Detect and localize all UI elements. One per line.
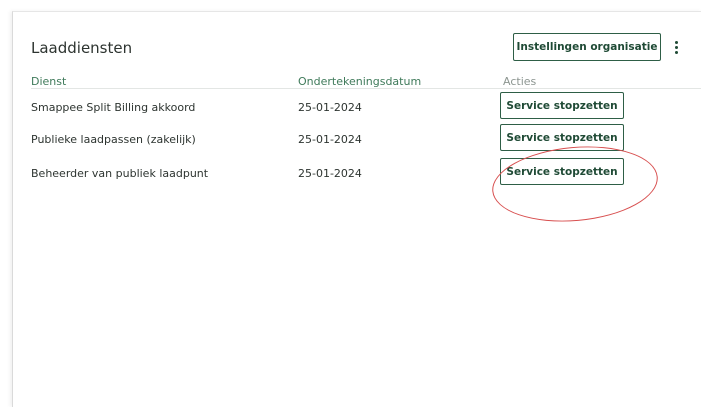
stop-service-button[interactable]: Service stopzetten (500, 92, 624, 119)
service-name: Beheerder van publiek laadpunt (31, 167, 209, 180)
signing-date: 25-01-2024 (298, 101, 362, 114)
signing-date: 25-01-2024 (298, 133, 362, 146)
laaddiensten-panel: Laaddiensten Instellingen organisatie Di… (12, 11, 701, 407)
organization-settings-button[interactable]: Instellingen organisatie (513, 33, 661, 61)
page-title: Laaddiensten (31, 39, 133, 57)
column-header-acties: Acties (503, 75, 537, 88)
service-name: Publieke laadpassen (zakelijk) (31, 133, 196, 146)
stop-service-button[interactable]: Service stopzetten (500, 158, 624, 185)
kebab-icon[interactable] (669, 38, 683, 56)
header-divider (31, 88, 701, 89)
table-row: Smappee Split Billing akkoord 25-01-2024… (13, 92, 701, 122)
table-row: Beheerder van publiek laadpunt 25-01-202… (13, 158, 701, 188)
service-name: Smappee Split Billing akkoord (31, 101, 196, 114)
column-header-ondertekeningsdatum: Ondertekeningsdatum (298, 75, 422, 88)
signing-date: 25-01-2024 (298, 167, 362, 180)
stop-service-button[interactable]: Service stopzetten (500, 124, 624, 151)
table-row: Publieke laadpassen (zakelijk) 25-01-202… (13, 124, 701, 154)
column-header-dienst: Dienst (31, 75, 67, 88)
